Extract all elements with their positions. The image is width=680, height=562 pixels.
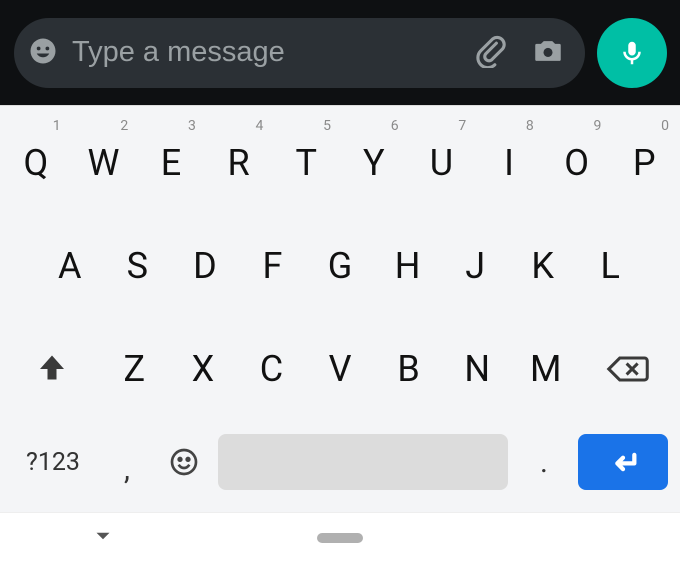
key-k[interactable]: K [510, 219, 576, 314]
key-hint: 7 [458, 118, 466, 134]
key-d[interactable]: D [172, 219, 238, 314]
key-hint: 8 [526, 118, 534, 134]
key-label: U [430, 142, 453, 184]
message-input[interactable] [72, 36, 449, 69]
key-label: Y [363, 142, 385, 184]
key-m[interactable]: M [512, 321, 579, 416]
composer-bar [0, 0, 680, 105]
key-label: E [161, 142, 181, 184]
key-hint: 0 [661, 118, 669, 134]
camera-icon[interactable] [521, 34, 565, 72]
key-o[interactable]: 9O [544, 116, 610, 211]
nav-bar [0, 512, 680, 562]
key-label: R [228, 142, 250, 184]
key-q[interactable]: 1Q [3, 116, 69, 211]
key-h[interactable]: H [375, 219, 441, 314]
shift-key[interactable] [4, 317, 100, 420]
key-t[interactable]: 5T [273, 116, 339, 211]
key-s[interactable]: S [105, 219, 171, 314]
comma-key[interactable]: , [98, 424, 156, 500]
backspace-key[interactable] [580, 317, 676, 420]
key-row-1: 1Q2W3E4R5T6Y7U8I9O0P [2, 112, 678, 215]
key-i[interactable]: 8I [476, 116, 542, 211]
key-w[interactable]: 2W [71, 116, 137, 211]
message-pill [14, 18, 585, 88]
key-v[interactable]: V [307, 321, 374, 416]
key-j[interactable]: J [442, 219, 508, 314]
emoji-icon[interactable] [28, 36, 58, 70]
keyboard: 1Q2W3E4R5T6Y7U8I9O0P ASDFGHJKL ZXCVBNM ?… [0, 105, 680, 512]
key-u[interactable]: 7U [409, 116, 475, 211]
key-g[interactable]: G [307, 219, 373, 314]
key-label: P [633, 142, 656, 184]
voice-button[interactable] [597, 18, 667, 88]
key-b[interactable]: B [375, 321, 442, 416]
key-f[interactable]: F [240, 219, 306, 314]
emoji-key[interactable] [156, 424, 212, 500]
enter-key[interactable] [578, 434, 668, 490]
key-a[interactable]: A [37, 219, 103, 314]
key-row-2: ASDFGHJKL [2, 215, 678, 318]
key-label: I [504, 142, 514, 184]
key-label: O [564, 142, 589, 184]
key-e[interactable]: 3E [138, 116, 204, 211]
key-row-bottom: ?123 , . [2, 420, 678, 510]
collapse-keyboard-icon[interactable] [90, 523, 116, 553]
space-key[interactable] [218, 434, 508, 490]
key-label: T [295, 142, 316, 184]
key-z[interactable]: Z [101, 321, 168, 416]
key-hint: 4 [256, 118, 264, 134]
key-hint: 9 [594, 118, 602, 134]
key-row-3: ZXCVBNM [2, 317, 678, 420]
key-y[interactable]: 6Y [341, 116, 407, 211]
key-x[interactable]: X [170, 321, 237, 416]
key-hint: 6 [391, 118, 399, 134]
key-p[interactable]: 0P [611, 116, 677, 211]
key-hint: 5 [323, 118, 331, 134]
period-key[interactable]: . [514, 424, 574, 500]
key-hint: 2 [120, 118, 128, 134]
key-hint: 1 [53, 118, 61, 134]
key-label: W [87, 142, 119, 184]
attach-icon[interactable] [463, 34, 507, 72]
key-label: Q [23, 142, 48, 184]
symbols-key[interactable]: ?123 [8, 424, 98, 500]
home-gesture-pill[interactable] [317, 533, 363, 543]
key-r[interactable]: 4R [206, 116, 272, 211]
key-n[interactable]: N [444, 321, 511, 416]
key-l[interactable]: L [577, 219, 643, 314]
key-hint: 3 [188, 118, 196, 134]
key-c[interactable]: C [238, 321, 305, 416]
